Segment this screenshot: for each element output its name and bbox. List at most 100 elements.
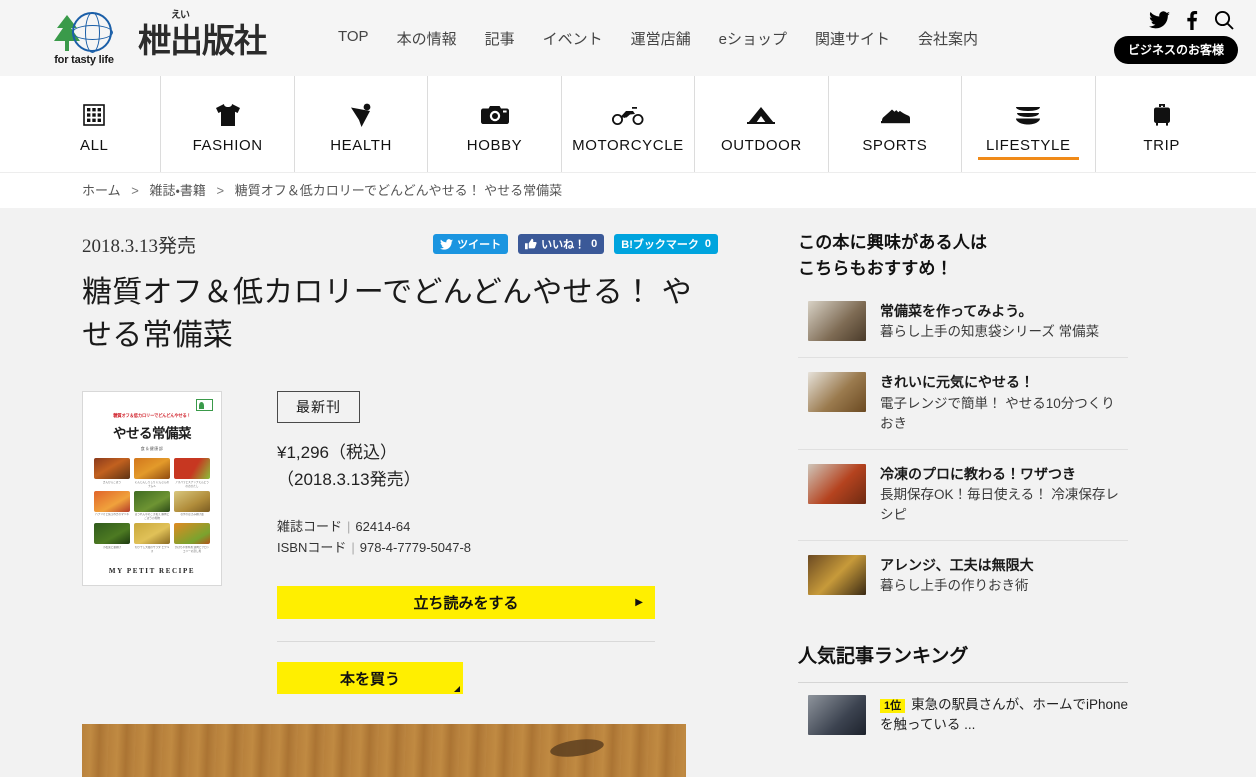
cover-cell: かぼちゃ重ね煮 鶏肉とブロッコリーの蒸し煮 xyxy=(174,523,210,553)
nav-item-related[interactable]: 関連サイト xyxy=(801,22,904,55)
brand-name: 枻出版社 えい xyxy=(138,10,267,62)
breadcrumb-item-magazines[interactable]: 雑誌・書籍 xyxy=(149,183,205,198)
thumbs-up-icon xyxy=(525,238,537,250)
category-hobby[interactable]: HOBBY xyxy=(427,76,560,172)
twitter-share-label: ツイート xyxy=(457,239,502,251)
recommend-heading-line2: こちらもおすすめ！ xyxy=(798,258,953,278)
motorcycle-icon xyxy=(611,100,644,130)
book-block: 糖質オフ＆低カロリーでどんどんやせる！ やせる常備菜 食＆健康部 きんぴらごぼう… xyxy=(82,391,718,695)
thumbnail xyxy=(808,301,866,341)
category-health[interactable]: HEALTH xyxy=(293,76,427,172)
book-cover-image[interactable]: 糖質オフ＆低カロリーでどんどんやせる！ やせる常備菜 食＆健康部 きんぴらごぼう… xyxy=(82,391,222,587)
cover-footer-text: MY PETIT RECIPE xyxy=(108,567,196,576)
main-column: 2018.3.13発売 ツイート いいね！ 0 B!ブックマーク 0 糖質オフ＆… xyxy=(78,230,718,777)
breadcrumb-separator: > xyxy=(131,183,139,198)
category-label: MOTORCYCLE xyxy=(572,137,684,154)
cover-publisher-logo-icon xyxy=(196,399,213,412)
hatena-bookmark-button[interactable]: B!ブックマーク 0 xyxy=(614,234,718,254)
facebook-like-button[interactable]: いいね！ 0 xyxy=(518,234,605,254)
search-icon[interactable] xyxy=(1214,10,1234,30)
brand-text: 枻出版社 xyxy=(138,21,267,60)
list-item-subtitle: 暮らし上手の作りおき術 xyxy=(880,578,1029,594)
isbn-code-row: ISBNコード | 978-4-7779-5047-8 xyxy=(277,537,718,558)
cover-food-photo xyxy=(174,490,210,512)
cover-cell-caption: かぼちゃ重ね煮 鶏肉とブロッコリーの蒸し煮 xyxy=(174,545,210,553)
category-motorcycle[interactable]: MOTORCYCLE xyxy=(560,76,694,172)
thumbnail xyxy=(808,695,866,735)
breadcrumb-bar: ホーム > 雑誌・書籍 > 糖質オフ＆低カロリーでどんどんやせる！ やせる常備菜 xyxy=(0,172,1256,208)
cover-cell-caption: 切り干し大根のサラダ ピクルス xyxy=(134,545,170,553)
nav-item-eshop[interactable]: eショップ xyxy=(705,22,801,55)
cover-cell-caption: にんじんしりしり にんじんのナムル xyxy=(134,480,170,488)
list-item-subtitle: 長期保存OK！毎日使える！ 冷凍保存レシピ xyxy=(880,486,1119,522)
hatena-bookmark-label: B!ブックマーク xyxy=(621,239,699,251)
fitness-icon xyxy=(348,100,374,130)
list-item-subtitle: 電子レンジで簡単！ やせる10分つくりおき xyxy=(880,395,1115,431)
camera-icon xyxy=(480,100,509,130)
facebook-icon[interactable] xyxy=(1186,10,1198,30)
list-item-title: アレンジ、工夫は無限大 xyxy=(880,556,1034,573)
nav-item-stores[interactable]: 運営店舗 xyxy=(617,22,705,55)
nav-item-articles[interactable]: 記事 xyxy=(471,22,529,55)
magazine-code-value: 62414-64 xyxy=(355,518,411,534)
grid-icon xyxy=(83,100,106,130)
category-outdoor[interactable]: OUTDOOR xyxy=(694,76,827,172)
cover-cell: きんぴらごぼう xyxy=(94,458,130,488)
twitter-bird-icon xyxy=(440,238,454,250)
category-label: SPORTS xyxy=(862,137,928,154)
category-label: TRIP xyxy=(1143,137,1180,154)
book-info: 最新刊 ¥1,296（税込） （2018.3.13発売） 雑誌コード | 62414… xyxy=(277,391,718,695)
cover-cell: にんじんしりしり にんじんのナムル xyxy=(134,458,170,488)
category-sports[interactable]: SPORTS xyxy=(827,76,961,172)
list-item[interactable]: きれいに元気にやせる！ 電子レンジで簡単！ やせる10分つくりおき xyxy=(798,357,1128,448)
cover-cell: なすのはさみ揚げ風 xyxy=(174,490,210,521)
meta-row: 2018.3.13発売 ツイート いいね！ 0 B!ブックマーク 0 xyxy=(82,230,718,258)
category-navigation: ALL FASHION HEALTH HOBBY MOTORCYCLE OUTD… xyxy=(0,76,1256,172)
list-item[interactable]: 冷凍のプロに教わる！ワザつき 長期保存OK！毎日使える！ 冷凍保存レシピ xyxy=(798,448,1128,540)
twitter-share-button[interactable]: ツイート xyxy=(433,234,509,254)
thumbnail xyxy=(808,463,866,504)
nav-item-top[interactable]: TOP xyxy=(324,22,383,55)
logo-mark: for tasty life xyxy=(44,10,124,66)
page-root: for tasty life 枻出版社 えい TOP 本の情報 記事 イベント … xyxy=(0,0,1256,777)
page-title: 糖質オフ＆低カロリーでどんどんやせる！ やせる常備菜 xyxy=(82,276,692,352)
magazine-code-row: 雑誌コード | 62414-64 xyxy=(277,516,718,537)
header-social-links xyxy=(1149,10,1238,30)
brand-ruby: えい xyxy=(171,10,190,21)
cover-cell: パプリカと紫玉ねぎのマリネ xyxy=(94,490,130,521)
nav-item-events[interactable]: イベント xyxy=(529,22,617,55)
chevron-right-icon: ▶ xyxy=(635,597,643,609)
recommend-heading-line1: この本に興味がある人は xyxy=(798,233,988,252)
ranking-list-item[interactable]: 1位 東急の駅員さんが、ホームでiPhoneを触っている ... xyxy=(798,683,1128,736)
list-item-title: 常備菜を作ってみよう。 xyxy=(880,303,1033,319)
cover-cell: アスパラとスナップえんどうのおひたし xyxy=(174,458,210,488)
category-all[interactable]: ALL xyxy=(28,76,160,172)
isbn-code-label: ISBNコード xyxy=(277,540,347,555)
category-lifestyle[interactable]: LIFESTYLE xyxy=(961,76,1094,172)
cover-food-photo xyxy=(94,523,130,545)
ranking-item-text: 1位 東急の駅員さんが、ホームでiPhoneを触っている ... xyxy=(880,695,1128,736)
price-release-date: （2018.3.13発売） xyxy=(277,470,421,490)
divider xyxy=(277,641,655,643)
preview-button[interactable]: 立ち読みをする ▶ xyxy=(277,586,655,620)
twitter-icon[interactable] xyxy=(1149,11,1170,29)
nav-item-company[interactable]: 会社案内 xyxy=(904,22,992,55)
list-item[interactable]: 常備菜を作ってみよう。 暮らし上手の知恵袋シリーズ 常備菜 xyxy=(798,295,1128,357)
list-item[interactable]: アレンジ、工夫は無限大 暮らし上手の作りおき術 xyxy=(798,539,1128,611)
business-customers-button[interactable]: ビジネスのお客様 xyxy=(1113,36,1238,64)
globe-icon xyxy=(72,12,113,53)
tshirt-icon xyxy=(215,100,241,130)
category-fashion[interactable]: FASHION xyxy=(160,76,293,172)
logo-tagline: for tasty life xyxy=(54,54,114,66)
nav-item-books[interactable]: 本の情報 xyxy=(383,22,471,55)
cover-cell-caption: なすのはさみ揚げ風 xyxy=(180,513,204,517)
cover-cell-caption: アスパラとスナップえんどうのおひたし xyxy=(175,480,209,488)
buy-button-label: 本を買う xyxy=(339,670,400,688)
cover-cell: ほうれん草のごま和え 豚肉とごぼうの煮物 xyxy=(134,490,170,521)
buy-button[interactable]: 本を買う xyxy=(277,662,463,695)
article-hero-image xyxy=(82,724,686,777)
site-logo[interactable]: for tasty life 枻出版社 えい xyxy=(44,10,267,66)
breadcrumb-item-home[interactable]: ホーム xyxy=(82,183,121,198)
bowls-icon xyxy=(1014,100,1042,130)
category-trip[interactable]: TRIP xyxy=(1094,76,1228,172)
